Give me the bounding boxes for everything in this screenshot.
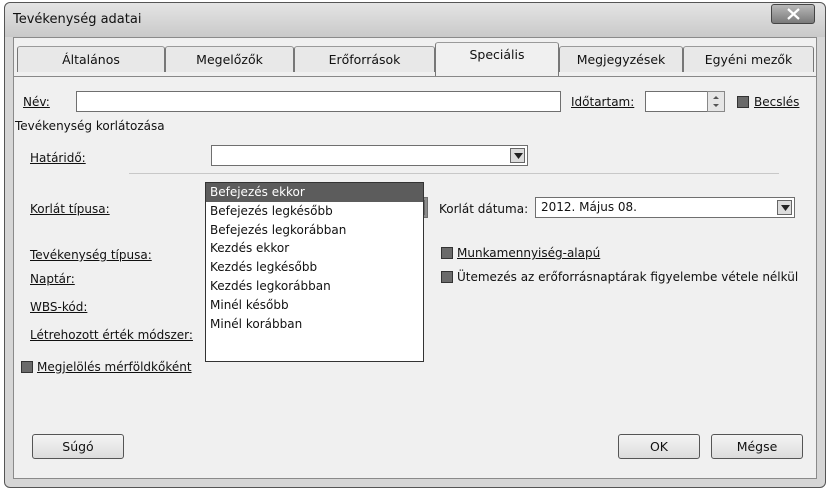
deadline-dropdown[interactable] [211, 145, 528, 166]
estimated-checkbox[interactable] [737, 96, 749, 108]
wbs-label: WBS-kód: [30, 300, 88, 314]
constraint-type-options-list: Befejezés ekkor Befejezés legkésőbb Befe… [205, 182, 424, 362]
tab-general[interactable]: Általános [17, 46, 165, 72]
constraint-option-start-no-earlier-than[interactable]: Kezdés legkorábban [206, 277, 423, 296]
spin-arrows-icon [713, 96, 719, 107]
tab-divider [14, 76, 816, 77]
duration-spinner[interactable] [707, 91, 725, 112]
constraint-option-as-soon-as-possible[interactable]: Minél korábban [206, 315, 423, 334]
name-label: Név: [23, 95, 50, 109]
constraint-option-start-no-later-than[interactable]: Kezdés legkésőbb [206, 258, 423, 277]
constraint-option-finish-no-earlier-than[interactable]: Befejezés legkorábban [206, 221, 423, 240]
close-button[interactable] [771, 4, 815, 24]
cancel-button[interactable]: Mégse [711, 434, 803, 459]
constraint-option-finish-no-later-than[interactable]: Befejezés legkésőbb [206, 202, 423, 221]
constraint-date-dropdown-arrow[interactable] [777, 200, 792, 215]
tab-notes[interactable]: Megjegyzések [559, 46, 683, 72]
ignore-resource-calendars-checkbox[interactable] [441, 271, 453, 283]
constraint-option-as-late-as-possible[interactable]: Minél később [206, 296, 423, 315]
constraint-date-label: Korlát dátuma: [439, 202, 529, 216]
dialog-title: Tevékenység adatai [13, 12, 142, 27]
deadline-label: Határidő: [30, 151, 86, 165]
tab-predecessors[interactable]: Megelőzők [165, 46, 294, 72]
ignore-resource-calendars-label: Ütemezés az erőforrásnaptárak figyelembe… [457, 270, 799, 284]
constraint-option-finish-on[interactable]: Befejezés ekkor [206, 183, 423, 202]
effort-driven-checkbox[interactable] [441, 247, 453, 259]
constraint-date-dropdown[interactable]: 2012. Május 08. [535, 197, 795, 218]
chevron-down-icon [514, 153, 523, 159]
tab-custom-fields[interactable]: Egyéni mezők [683, 46, 814, 72]
name-input[interactable] [76, 91, 561, 112]
task-type-label: Tevékenység típusa: [30, 248, 152, 262]
estimated-label: Becslés [754, 95, 800, 109]
duration-label: Időtartam: [571, 95, 635, 109]
constraint-section-label: Tevékenység korlátozása [15, 119, 165, 133]
close-icon [787, 8, 800, 20]
help-button[interactable]: Súgó [32, 434, 124, 459]
ok-button[interactable]: OK [618, 434, 700, 459]
chevron-down-icon [781, 205, 790, 211]
tab-strip: Általános Megelőzők Erőforrások Speciáli… [14, 38, 816, 78]
earned-value-label: Létrehozott érték módszer: [30, 328, 193, 342]
constraint-type-label: Korlát típusa: [30, 202, 110, 216]
deadline-dropdown-arrow[interactable] [510, 148, 525, 163]
tab-resources[interactable]: Erőforrások [294, 46, 435, 72]
title-bar[interactable]: Tevékenység adatai [5, 3, 825, 37]
constraint-option-start-on[interactable]: Kezdés ekkor [206, 239, 423, 258]
milestone-label: Megjelölés mérföldkőként [37, 360, 192, 374]
effort-driven-label: Munkamennyiség-alapú [457, 246, 601, 260]
tab-advanced[interactable]: Speciális [435, 42, 559, 76]
milestone-checkbox[interactable] [21, 361, 33, 373]
calendar-label: Naptár: [30, 272, 75, 286]
duration-input[interactable] [645, 91, 709, 112]
section-divider [129, 173, 779, 174]
